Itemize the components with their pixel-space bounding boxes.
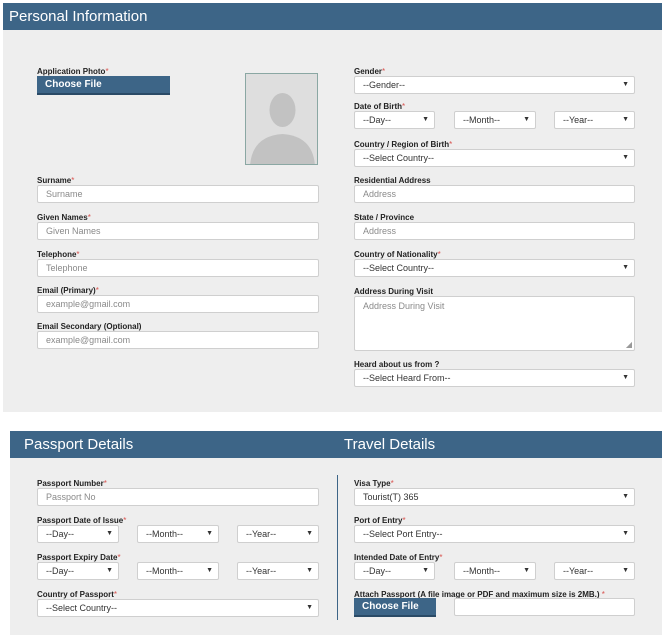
resize-grip-icon[interactable]: ◢ xyxy=(626,341,632,349)
chevron-down-icon: ▼ xyxy=(422,116,429,123)
passport-country-select[interactable]: --Select Country-- ▼ xyxy=(37,599,319,617)
chevron-down-icon: ▼ xyxy=(523,567,530,574)
email-secondary-input[interactable]: example@gmail.com xyxy=(37,331,319,349)
passport-travel-header: Passport Details Travel Details xyxy=(10,431,662,458)
given-names-input[interactable]: Given Names xyxy=(37,222,319,240)
heard-from-select[interactable]: --Select Heard From-- ▼ xyxy=(354,369,635,387)
avatar-placeholder-icon xyxy=(246,74,317,164)
gender-select[interactable]: --Gender-- ▼ xyxy=(354,76,635,94)
passport-details-title: Passport Details xyxy=(24,436,134,453)
photo-choose-file-button[interactable]: Choose File xyxy=(37,76,170,95)
chevron-down-icon: ▼ xyxy=(306,530,313,537)
chevron-down-icon: ▼ xyxy=(622,530,629,537)
expiry-day-select[interactable]: --Day-- ▼ xyxy=(37,562,119,580)
issue-year-select[interactable]: --Year-- ▼ xyxy=(237,525,319,543)
email-primary-input[interactable]: example@gmail.com xyxy=(37,295,319,313)
chevron-down-icon: ▼ xyxy=(523,116,530,123)
expiry-year-select[interactable]: --Year-- ▼ xyxy=(237,562,319,580)
nationality-select[interactable]: --Select Country-- ▼ xyxy=(354,259,635,277)
chevron-down-icon: ▼ xyxy=(622,567,629,574)
chevron-down-icon: ▼ xyxy=(622,116,629,123)
personal-info-title: Personal Information xyxy=(9,8,148,25)
chevron-down-icon: ▼ xyxy=(306,567,313,574)
residential-address-input[interactable]: Address xyxy=(354,185,635,203)
issue-month-select[interactable]: --Month-- ▼ xyxy=(137,525,219,543)
passport-number-input[interactable]: Passport No xyxy=(37,488,319,506)
birth-country-select[interactable]: --Select Country-- ▼ xyxy=(354,149,635,167)
entry-year-select[interactable]: --Year-- ▼ xyxy=(554,562,635,580)
visit-address-textarea[interactable]: Address During Visit ◢ xyxy=(354,296,635,351)
chevron-down-icon: ▼ xyxy=(622,264,629,271)
photo-preview xyxy=(245,73,318,165)
chevron-down-icon: ▼ xyxy=(622,154,629,161)
travel-details-title: Travel Details xyxy=(344,436,436,453)
chevron-down-icon: ▼ xyxy=(622,493,629,500)
attach-passport-choose-file-button[interactable]: Choose File xyxy=(354,598,436,617)
dob-year-select[interactable]: --Year-- ▼ xyxy=(554,111,635,129)
personal-info-header: Personal Information xyxy=(3,3,662,30)
attach-passport-filename-field[interactable] xyxy=(454,598,635,616)
entry-day-select[interactable]: --Day-- ▼ xyxy=(354,562,435,580)
chevron-down-icon: ▼ xyxy=(206,530,213,537)
chevron-down-icon: ▼ xyxy=(422,567,429,574)
dob-month-select[interactable]: --Month-- ▼ xyxy=(454,111,536,129)
chevron-down-icon: ▼ xyxy=(622,81,629,88)
chevron-down-icon: ▼ xyxy=(106,530,113,537)
chevron-down-icon: ▼ xyxy=(622,374,629,381)
column-divider xyxy=(337,475,338,620)
chevron-down-icon: ▼ xyxy=(206,567,213,574)
telephone-input[interactable]: Telephone xyxy=(37,259,319,277)
surname-input[interactable]: Surname xyxy=(37,185,319,203)
visa-type-select[interactable]: Tourist(T) 365 ▼ xyxy=(354,488,635,506)
chevron-down-icon: ▼ xyxy=(106,567,113,574)
chevron-down-icon: ▼ xyxy=(306,604,313,611)
state-input[interactable]: Address xyxy=(354,222,635,240)
port-of-entry-select[interactable]: --Select Port Entry-- ▼ xyxy=(354,525,635,543)
expiry-month-select[interactable]: --Month-- ▼ xyxy=(137,562,219,580)
issue-day-select[interactable]: --Day-- ▼ xyxy=(37,525,119,543)
entry-month-select[interactable]: --Month-- ▼ xyxy=(454,562,536,580)
dob-day-select[interactable]: --Day-- ▼ xyxy=(354,111,435,129)
